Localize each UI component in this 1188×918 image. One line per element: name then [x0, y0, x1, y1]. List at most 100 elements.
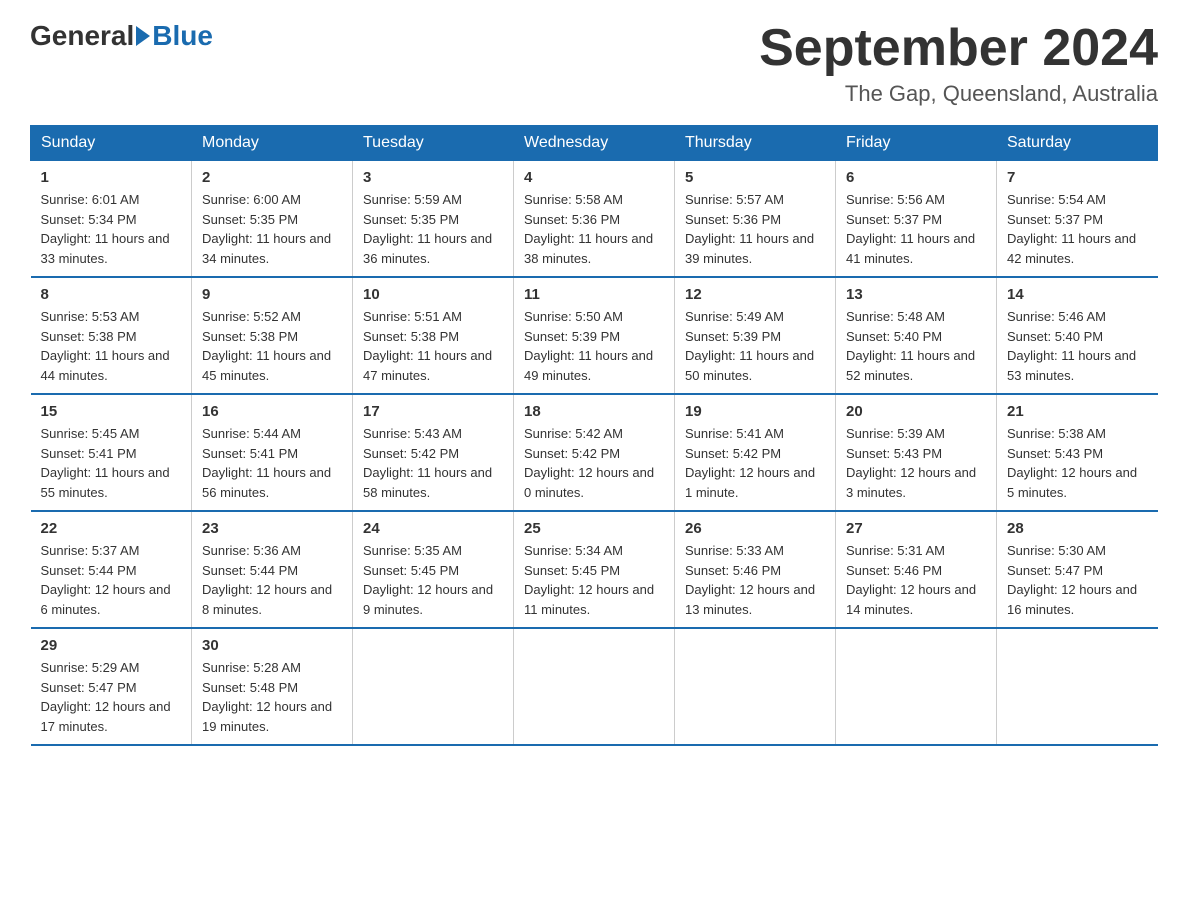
header-tuesday: Tuesday [353, 126, 514, 161]
table-row: 7 Sunrise: 5:54 AMSunset: 5:37 PMDayligh… [997, 161, 1158, 278]
page-header: General Blue September 2024 The Gap, Que… [30, 20, 1158, 107]
day-info: Sunrise: 5:59 AMSunset: 5:35 PMDaylight:… [363, 190, 503, 268]
table-row [353, 628, 514, 745]
day-info: Sunrise: 5:58 AMSunset: 5:36 PMDaylight:… [524, 190, 664, 268]
day-number: 14 [1007, 286, 1148, 303]
day-info: Sunrise: 6:00 AMSunset: 5:35 PMDaylight:… [202, 190, 342, 268]
day-number: 17 [363, 403, 503, 420]
day-number: 21 [1007, 403, 1148, 420]
table-row: 10 Sunrise: 5:51 AMSunset: 5:38 PMDaylig… [353, 277, 514, 394]
table-row [514, 628, 675, 745]
table-row: 5 Sunrise: 5:57 AMSunset: 5:36 PMDayligh… [675, 161, 836, 278]
table-row: 27 Sunrise: 5:31 AMSunset: 5:46 PMDaylig… [836, 511, 997, 628]
day-info: Sunrise: 5:28 AMSunset: 5:48 PMDaylight:… [202, 658, 342, 736]
week-row-3: 15 Sunrise: 5:45 AMSunset: 5:41 PMDaylig… [31, 394, 1158, 511]
day-info: Sunrise: 5:42 AMSunset: 5:42 PMDaylight:… [524, 424, 664, 502]
day-info: Sunrise: 5:30 AMSunset: 5:47 PMDaylight:… [1007, 541, 1148, 619]
table-row: 23 Sunrise: 5:36 AMSunset: 5:44 PMDaylig… [192, 511, 353, 628]
day-info: Sunrise: 6:01 AMSunset: 5:34 PMDaylight:… [41, 190, 182, 268]
location-subtitle: The Gap, Queensland, Australia [759, 81, 1158, 107]
day-number: 25 [524, 520, 664, 537]
day-info: Sunrise: 5:39 AMSunset: 5:43 PMDaylight:… [846, 424, 986, 502]
day-info: Sunrise: 5:34 AMSunset: 5:45 PMDaylight:… [524, 541, 664, 619]
day-info: Sunrise: 5:56 AMSunset: 5:37 PMDaylight:… [846, 190, 986, 268]
day-number: 12 [685, 286, 825, 303]
day-info: Sunrise: 5:31 AMSunset: 5:46 PMDaylight:… [846, 541, 986, 619]
day-info: Sunrise: 5:51 AMSunset: 5:38 PMDaylight:… [363, 307, 503, 385]
day-number: 26 [685, 520, 825, 537]
table-row: 9 Sunrise: 5:52 AMSunset: 5:38 PMDayligh… [192, 277, 353, 394]
calendar-header-row: SundayMondayTuesdayWednesdayThursdayFrid… [31, 126, 1158, 161]
day-number: 18 [524, 403, 664, 420]
calendar-table: SundayMondayTuesdayWednesdayThursdayFrid… [30, 125, 1158, 746]
table-row: 22 Sunrise: 5:37 AMSunset: 5:44 PMDaylig… [31, 511, 192, 628]
day-info: Sunrise: 5:46 AMSunset: 5:40 PMDaylight:… [1007, 307, 1148, 385]
day-info: Sunrise: 5:36 AMSunset: 5:44 PMDaylight:… [202, 541, 342, 619]
day-info: Sunrise: 5:48 AMSunset: 5:40 PMDaylight:… [846, 307, 986, 385]
day-number: 1 [41, 169, 182, 186]
table-row [675, 628, 836, 745]
logo-general-text: General [30, 20, 134, 52]
week-row-4: 22 Sunrise: 5:37 AMSunset: 5:44 PMDaylig… [31, 511, 1158, 628]
day-number: 22 [41, 520, 182, 537]
table-row: 29 Sunrise: 5:29 AMSunset: 5:47 PMDaylig… [31, 628, 192, 745]
table-row: 19 Sunrise: 5:41 AMSunset: 5:42 PMDaylig… [675, 394, 836, 511]
table-row: 1 Sunrise: 6:01 AMSunset: 5:34 PMDayligh… [31, 161, 192, 278]
logo: General Blue [30, 20, 213, 52]
table-row: 26 Sunrise: 5:33 AMSunset: 5:46 PMDaylig… [675, 511, 836, 628]
table-row: 15 Sunrise: 5:45 AMSunset: 5:41 PMDaylig… [31, 394, 192, 511]
week-row-1: 1 Sunrise: 6:01 AMSunset: 5:34 PMDayligh… [31, 161, 1158, 278]
week-row-5: 29 Sunrise: 5:29 AMSunset: 5:47 PMDaylig… [31, 628, 1158, 745]
table-row: 17 Sunrise: 5:43 AMSunset: 5:42 PMDaylig… [353, 394, 514, 511]
table-row: 25 Sunrise: 5:34 AMSunset: 5:45 PMDaylig… [514, 511, 675, 628]
day-info: Sunrise: 5:53 AMSunset: 5:38 PMDaylight:… [41, 307, 182, 385]
day-number: 27 [846, 520, 986, 537]
header-monday: Monday [192, 126, 353, 161]
day-number: 30 [202, 637, 342, 654]
logo-blue-text: Blue [152, 20, 213, 52]
day-number: 19 [685, 403, 825, 420]
day-info: Sunrise: 5:43 AMSunset: 5:42 PMDaylight:… [363, 424, 503, 502]
table-row: 6 Sunrise: 5:56 AMSunset: 5:37 PMDayligh… [836, 161, 997, 278]
day-info: Sunrise: 5:37 AMSunset: 5:44 PMDaylight:… [41, 541, 182, 619]
table-row: 3 Sunrise: 5:59 AMSunset: 5:35 PMDayligh… [353, 161, 514, 278]
day-number: 29 [41, 637, 182, 654]
day-info: Sunrise: 5:29 AMSunset: 5:47 PMDaylight:… [41, 658, 182, 736]
day-info: Sunrise: 5:49 AMSunset: 5:39 PMDaylight:… [685, 307, 825, 385]
table-row: 4 Sunrise: 5:58 AMSunset: 5:36 PMDayligh… [514, 161, 675, 278]
table-row: 18 Sunrise: 5:42 AMSunset: 5:42 PMDaylig… [514, 394, 675, 511]
day-number: 11 [524, 286, 664, 303]
day-info: Sunrise: 5:54 AMSunset: 5:37 PMDaylight:… [1007, 190, 1148, 268]
day-info: Sunrise: 5:57 AMSunset: 5:36 PMDaylight:… [685, 190, 825, 268]
day-number: 13 [846, 286, 986, 303]
table-row: 12 Sunrise: 5:49 AMSunset: 5:39 PMDaylig… [675, 277, 836, 394]
table-row: 16 Sunrise: 5:44 AMSunset: 5:41 PMDaylig… [192, 394, 353, 511]
header-thursday: Thursday [675, 126, 836, 161]
day-number: 20 [846, 403, 986, 420]
day-info: Sunrise: 5:44 AMSunset: 5:41 PMDaylight:… [202, 424, 342, 502]
day-number: 4 [524, 169, 664, 186]
header-sunday: Sunday [31, 126, 192, 161]
week-row-2: 8 Sunrise: 5:53 AMSunset: 5:38 PMDayligh… [31, 277, 1158, 394]
title-section: September 2024 The Gap, Queensland, Aust… [759, 20, 1158, 107]
day-info: Sunrise: 5:50 AMSunset: 5:39 PMDaylight:… [524, 307, 664, 385]
day-number: 23 [202, 520, 342, 537]
month-year-title: September 2024 [759, 20, 1158, 77]
day-info: Sunrise: 5:45 AMSunset: 5:41 PMDaylight:… [41, 424, 182, 502]
table-row: 30 Sunrise: 5:28 AMSunset: 5:48 PMDaylig… [192, 628, 353, 745]
day-info: Sunrise: 5:52 AMSunset: 5:38 PMDaylight:… [202, 307, 342, 385]
table-row: 2 Sunrise: 6:00 AMSunset: 5:35 PMDayligh… [192, 161, 353, 278]
day-number: 15 [41, 403, 182, 420]
header-wednesday: Wednesday [514, 126, 675, 161]
day-info: Sunrise: 5:35 AMSunset: 5:45 PMDaylight:… [363, 541, 503, 619]
day-number: 8 [41, 286, 182, 303]
day-info: Sunrise: 5:33 AMSunset: 5:46 PMDaylight:… [685, 541, 825, 619]
table-row: 28 Sunrise: 5:30 AMSunset: 5:47 PMDaylig… [997, 511, 1158, 628]
table-row [836, 628, 997, 745]
table-row [997, 628, 1158, 745]
table-row: 21 Sunrise: 5:38 AMSunset: 5:43 PMDaylig… [997, 394, 1158, 511]
day-number: 16 [202, 403, 342, 420]
day-number: 24 [363, 520, 503, 537]
day-number: 10 [363, 286, 503, 303]
table-row: 8 Sunrise: 5:53 AMSunset: 5:38 PMDayligh… [31, 277, 192, 394]
